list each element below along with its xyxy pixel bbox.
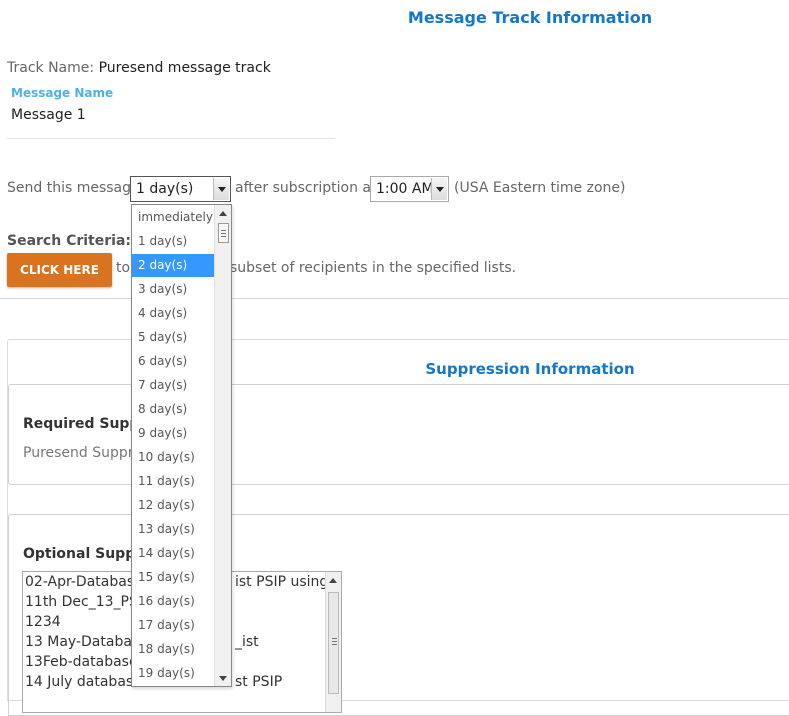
dropdown-option[interactable]: 11 day(s) bbox=[132, 470, 219, 493]
send-message-text: Send this message bbox=[7, 180, 140, 196]
days-dropdown-list[interactable]: immediately 1 day(s) 2 day(s) 3 day(s) 4 day… bbox=[131, 204, 232, 687]
list-item-tail: st PSIP bbox=[235, 674, 283, 690]
dropdown-option[interactable]: 10 day(s) bbox=[132, 446, 219, 469]
dropdown-option[interactable]: 13 day(s) bbox=[132, 518, 219, 541]
chevron-down-icon[interactable] bbox=[213, 178, 229, 200]
dropdown-option[interactable]: 12 day(s) bbox=[132, 494, 219, 517]
search-criteria-label: Search Criteria: bbox=[7, 233, 131, 249]
suppression-title: Suppression Information bbox=[425, 360, 635, 378]
scrollbar-thumb[interactable] bbox=[218, 223, 229, 243]
required-suppression-panel bbox=[8, 384, 789, 485]
list-item[interactable]: 13Feb-database bbox=[25, 652, 138, 672]
dropdown-option[interactable]: 4 day(s) bbox=[132, 302, 219, 325]
search-help-text-right: subset of recipients in the specified li… bbox=[230, 260, 517, 276]
list-item[interactable]: 02-Apr-Database bbox=[25, 572, 143, 592]
section-divider bbox=[0, 298, 789, 299]
after-subscription-text: after subscription at bbox=[235, 180, 377, 196]
list-item[interactable]: 1234 bbox=[25, 612, 61, 632]
page-title: Message Track Information bbox=[407, 8, 653, 27]
dropdown-option[interactable]: immediately bbox=[132, 206, 219, 229]
track-name: Track Name: Puresend message track bbox=[7, 60, 271, 76]
message-name-value: Message 1 bbox=[11, 107, 86, 123]
scroll-down-icon[interactable] bbox=[219, 676, 227, 681]
dropdown-option[interactable]: 18 day(s) bbox=[132, 638, 219, 661]
track-name-value: Puresend message track bbox=[98, 60, 271, 76]
dropdown-option[interactable]: 2 day(s) bbox=[132, 254, 219, 277]
dropdown-option[interactable]: 16 day(s) bbox=[132, 590, 219, 613]
scroll-up-icon[interactable] bbox=[219, 211, 227, 216]
list-item[interactable]: 11th Dec_13_PSI bbox=[25, 592, 142, 612]
track-name-label: Track Name: bbox=[7, 60, 95, 76]
days-select-value: 1 day(s) bbox=[136, 181, 194, 197]
dropdown-option[interactable]: 1 day(s) bbox=[132, 230, 219, 253]
dropdown-option[interactable]: 6 day(s) bbox=[132, 350, 219, 373]
message-name-label: Message Name bbox=[11, 86, 114, 100]
dropdown-option[interactable]: 14 day(s) bbox=[132, 542, 219, 565]
required-suppression-value: Puresend Suppre bbox=[23, 445, 142, 461]
dropdown-option[interactable]: 3 day(s) bbox=[132, 278, 219, 301]
listbox-scrollbar[interactable] bbox=[325, 572, 341, 712]
time-select[interactable]: 1:00 AM bbox=[370, 176, 449, 202]
timezone-text: (USA Eastern time zone) bbox=[454, 180, 626, 196]
time-select-value: 1:00 AM bbox=[376, 181, 434, 197]
list-item[interactable]: 14 July database bbox=[25, 672, 142, 692]
search-help-text-left: to bbox=[116, 260, 131, 276]
scroll-up-icon[interactable] bbox=[329, 578, 337, 583]
chevron-down-icon[interactable] bbox=[431, 178, 447, 200]
dropdown-option[interactable]: 17 day(s) bbox=[132, 614, 219, 637]
dropdown-option[interactable]: 9 day(s) bbox=[132, 422, 219, 445]
divider bbox=[7, 138, 335, 139]
list-item[interactable]: 13 May-Database bbox=[25, 632, 148, 652]
dropdown-option[interactable]: 15 day(s) bbox=[132, 566, 219, 589]
click-here-button[interactable]: CLICK HERE bbox=[7, 253, 112, 287]
dropdown-option[interactable]: 19 day(s) bbox=[132, 662, 219, 685]
dropdown-scrollbar[interactable] bbox=[214, 205, 231, 686]
days-select[interactable]: 1 day(s) bbox=[130, 176, 231, 202]
list-item-tail: _ist bbox=[235, 634, 259, 650]
scrollbar-thumb[interactable] bbox=[328, 592, 339, 694]
dropdown-option[interactable]: 5 day(s) bbox=[132, 326, 219, 349]
dropdown-option[interactable]: 8 day(s) bbox=[132, 398, 219, 421]
dropdown-option[interactable]: 7 day(s) bbox=[132, 374, 219, 397]
